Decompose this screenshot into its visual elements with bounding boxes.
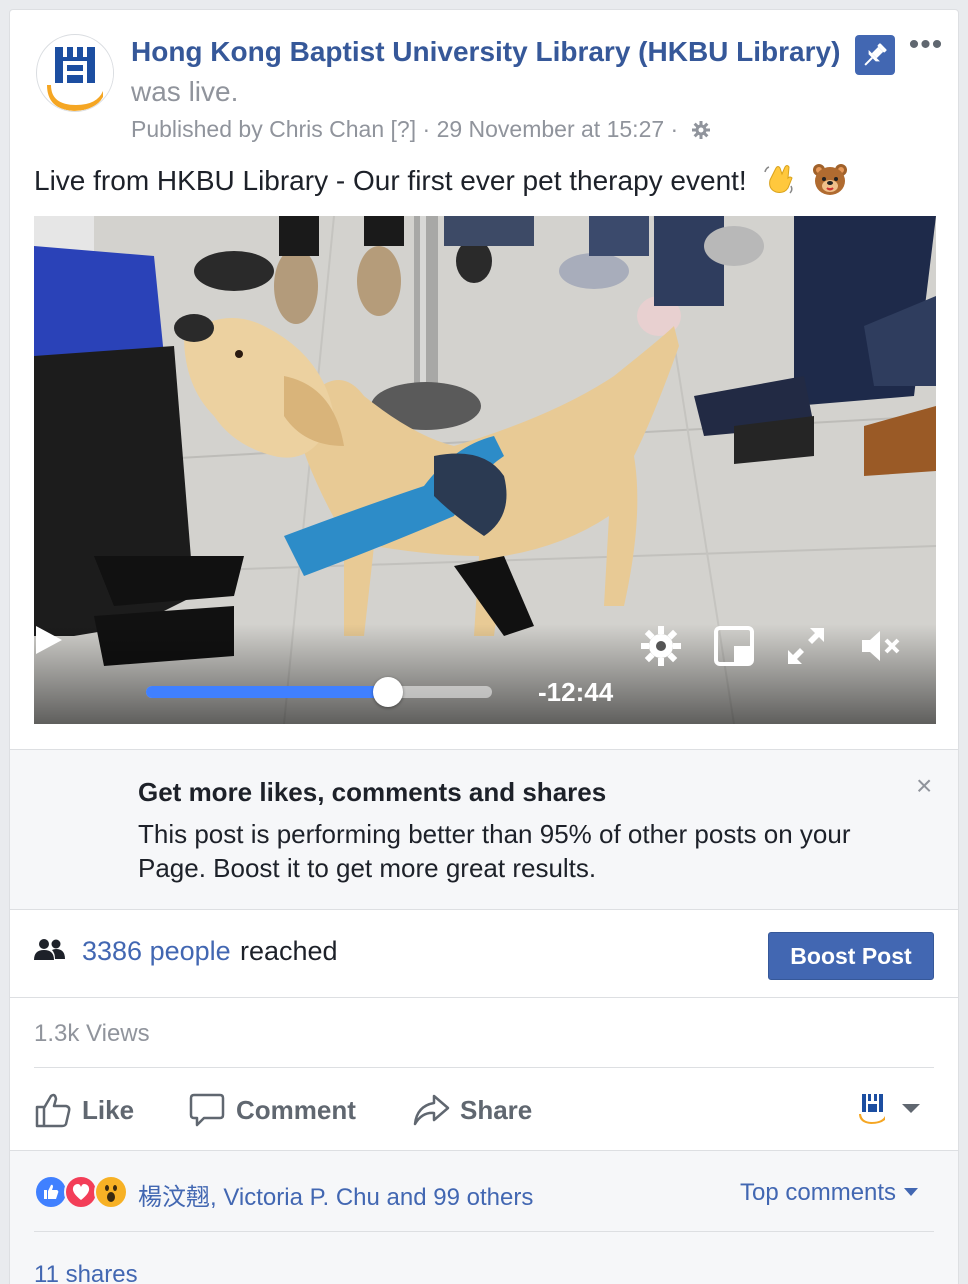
shares-count-link[interactable]: 11 shares [34, 1261, 138, 1284]
thumbs-up-icon [35, 1093, 71, 1128]
comment-sort-dropdown[interactable]: Top comments [740, 1179, 919, 1207]
caret-down-icon [904, 1188, 919, 1196]
video-progress-bar[interactable] [146, 677, 492, 707]
like-reaction-icon [34, 1175, 68, 1209]
more-options-icon[interactable]: ••• [908, 30, 944, 66]
divider [34, 1231, 934, 1232]
post-text: Live from HKBU Library - Our first ever … [34, 162, 848, 203]
love-reaction-icon [64, 1175, 98, 1209]
views-count[interactable]: 1.3k Views [34, 1020, 150, 1048]
video-controls: -12:44 [34, 624, 936, 724]
chevron-down-icon [902, 1104, 920, 1113]
like-label: Like [82, 1094, 135, 1125]
reaction-icons[interactable] [34, 1175, 134, 1209]
comment-button[interactable]: Comment [188, 1088, 356, 1132]
help-marker[interactable]: [?] [391, 116, 417, 142]
audience-gear-icon[interactable] [691, 119, 711, 146]
post-card: Hong Kong Baptist University Library (HK… [9, 9, 959, 1284]
post-actions: Like Comment Share [10, 1068, 958, 1150]
play-icon[interactable] [34, 624, 64, 656]
post-meta: Published by Chris Chan [?] · 29 Novembe… [131, 116, 711, 146]
like-button[interactable]: Like [34, 1088, 134, 1132]
fullscreen-icon[interactable] [784, 624, 828, 668]
reactors-summary-link[interactable]: 楊汶翹, Victoria P. Chu and 99 others [138, 1177, 533, 1212]
timestamp-link[interactable]: 29 November at 15:27 [437, 116, 665, 142]
boost-suggestion-panel: Get more likes, comments and shares This… [10, 749, 958, 910]
waving-hand-icon [762, 162, 796, 203]
speech-bubble-icon [189, 1093, 225, 1127]
boost-suggestion-description: This post is performing better than 95% … [138, 819, 851, 883]
picture-in-picture-icon[interactable] [712, 624, 756, 668]
time-remaining: -12:44 [538, 677, 614, 707]
pin-icon[interactable] [855, 35, 895, 75]
comment-label: Comment [236, 1094, 356, 1125]
share-button[interactable]: Share [412, 1088, 532, 1132]
wow-reaction-icon [94, 1175, 128, 1209]
boost-post-button[interactable]: Boost Post [768, 932, 934, 980]
post-message: Live from HKBU Library - Our first ever … [34, 165, 747, 196]
close-icon[interactable]: × [916, 772, 932, 800]
page-name-link[interactable]: Hong Kong Baptist University Library (HK… [131, 36, 840, 68]
share-label: Share [460, 1094, 533, 1125]
meta-separator: · [670, 116, 679, 142]
reach-count-link[interactable]: 3386 people [82, 936, 231, 967]
people-icon [34, 939, 65, 960]
video-progress-fill [146, 686, 389, 698]
bear-face-icon [812, 162, 848, 203]
live-status: was live. [131, 76, 239, 107]
meta-separator: · [422, 116, 431, 142]
reactions-area: 楊汶翹, Victoria P. Chu and 99 others Top c… [10, 1150, 958, 1284]
video-scrubber-handle[interactable] [373, 677, 404, 707]
boost-suggestion-title: Get more likes, comments and shares [138, 777, 607, 807]
reach-label: reached [240, 936, 338, 966]
page-avatar-small-icon [859, 1094, 885, 1124]
page-avatar[interactable] [36, 34, 114, 112]
post-as-page-selector[interactable] [858, 1092, 922, 1124]
settings-gear-icon[interactable] [639, 624, 683, 668]
reach-row: 3386 people reached Boost Post [10, 910, 958, 998]
hkbu-logo-icon [38, 36, 113, 111]
comment-sort-label: Top comments [740, 1179, 897, 1206]
live-video-player[interactable]: -12:44 [34, 216, 936, 724]
share-arrow-icon [413, 1094, 450, 1126]
publisher-link[interactable]: Published by Chris Chan [131, 116, 384, 142]
muted-speaker-icon[interactable] [858, 624, 902, 668]
